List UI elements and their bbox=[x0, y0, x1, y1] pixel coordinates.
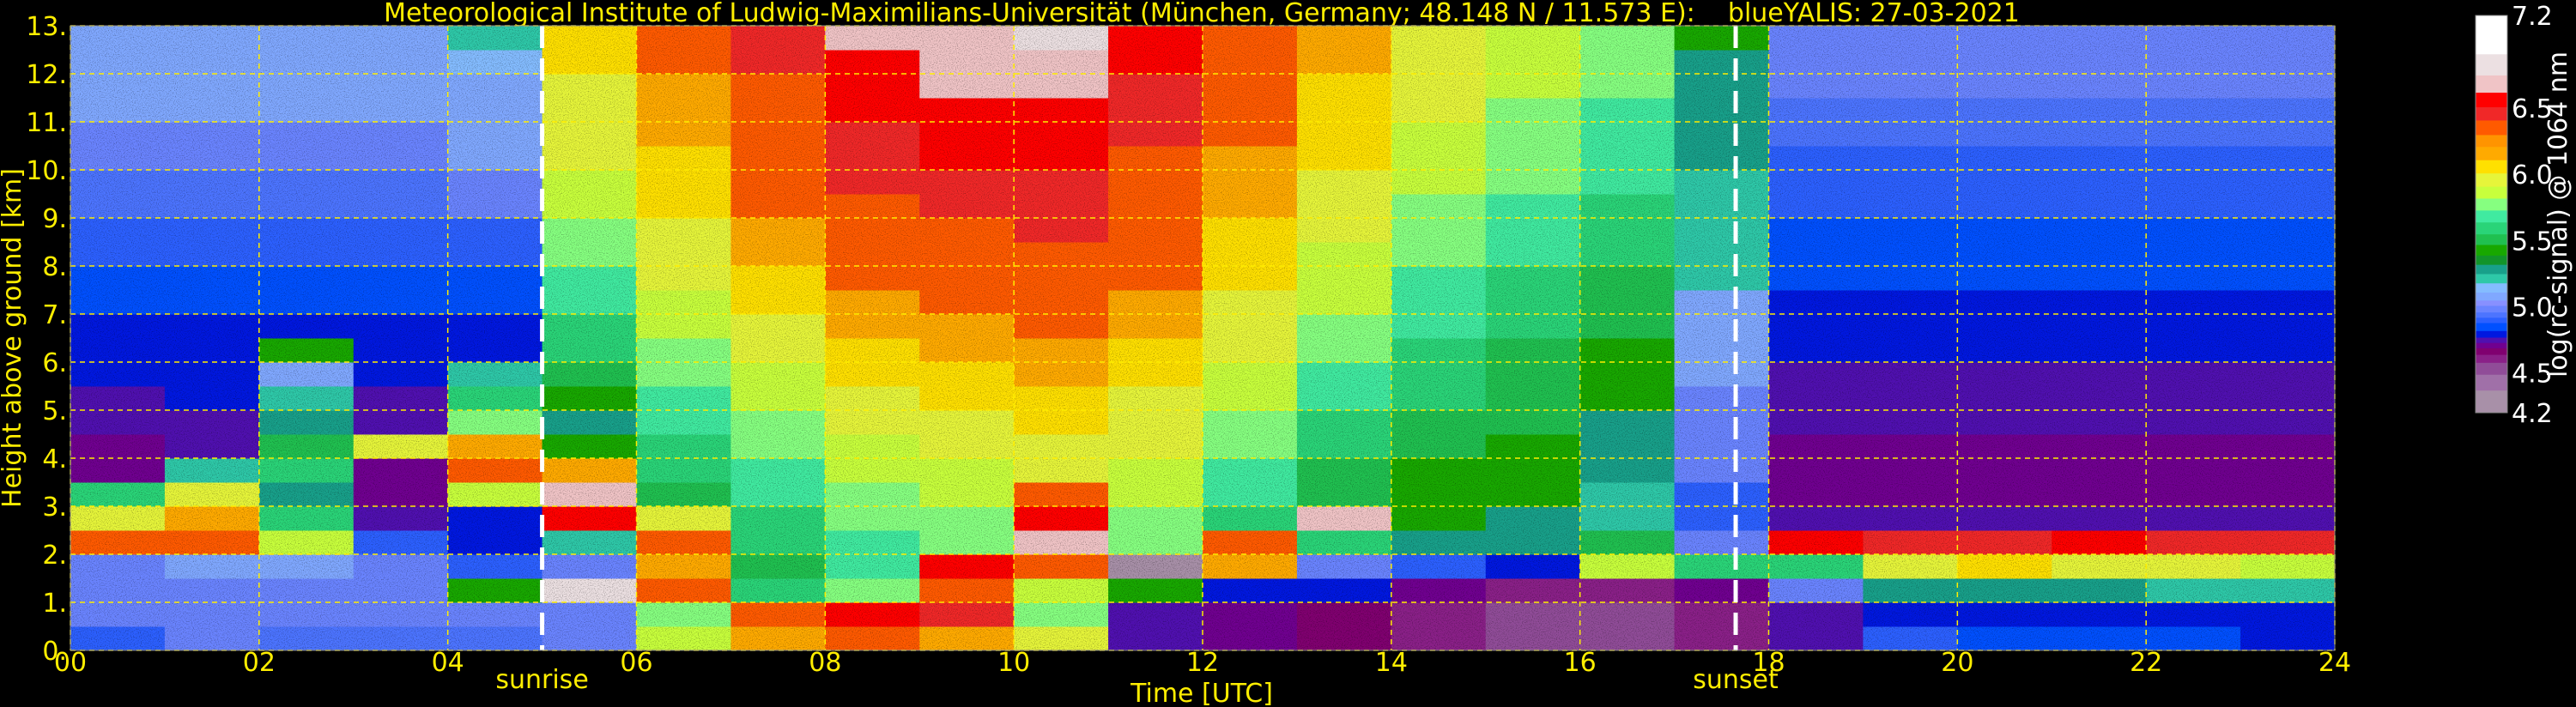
colorbar-segment bbox=[2476, 186, 2507, 199]
y-tick-label: 4. bbox=[42, 444, 67, 474]
y-tick-label: 7. bbox=[42, 300, 67, 330]
colorbar-tick-label: 4.2 bbox=[2512, 399, 2553, 429]
y-tick-label: 12. bbox=[26, 60, 67, 90]
colorbar-segment bbox=[2476, 347, 2507, 355]
x-tick-label: 18 bbox=[1752, 648, 1785, 678]
colorbar-segment bbox=[2476, 255, 2507, 265]
colorbar-segment bbox=[2476, 342, 2507, 348]
colorbar-segment bbox=[2476, 221, 2507, 235]
y-axis-label: Height above ground [km] bbox=[0, 168, 27, 508]
x-tick-label: 12 bbox=[1186, 648, 1219, 678]
colorbar-segment bbox=[2476, 374, 2507, 391]
y-tick-label: 9. bbox=[42, 204, 67, 234]
y-tick-label: 3. bbox=[42, 492, 67, 523]
colorbar-segment bbox=[2476, 244, 2507, 256]
colorbar-tick-label: 7.2 bbox=[2512, 2, 2553, 32]
x-tick-label: 22 bbox=[2130, 648, 2162, 678]
y-tick-label: 6. bbox=[42, 348, 67, 378]
y-tick-label: 2. bbox=[42, 541, 67, 571]
x-tick-label: 06 bbox=[620, 648, 652, 678]
colorbar-segment bbox=[2476, 323, 2507, 331]
y-tick-labels: 0.1.2.3.4.5.6.7.8.9.10.11.12.13. bbox=[26, 12, 67, 667]
x-tick-label: 16 bbox=[1564, 648, 1597, 678]
x-tick-label: 10 bbox=[997, 648, 1030, 678]
x-tick-label: 08 bbox=[809, 648, 841, 678]
colorbar-segment bbox=[2476, 172, 2507, 187]
colorbar-segment bbox=[2476, 209, 2507, 223]
y-tick-label: 8. bbox=[42, 252, 67, 282]
colorbar-segment bbox=[2476, 106, 2507, 121]
sunrise-label: sunrise bbox=[495, 665, 588, 695]
colorbar-segment bbox=[2476, 292, 2507, 301]
colorbar-segment bbox=[2476, 330, 2507, 338]
colorbar-segment bbox=[2476, 233, 2507, 245]
colorbar-segment bbox=[2476, 146, 2507, 160]
colorbar-segment bbox=[2476, 92, 2507, 107]
y-tick-label: 13. bbox=[26, 12, 67, 42]
colorbar-segment bbox=[2476, 264, 2507, 275]
colorbar-segment bbox=[2476, 337, 2507, 343]
x-tick-label: 24 bbox=[2318, 648, 2351, 678]
colorbar-segment bbox=[2476, 15, 2507, 55]
colorbar bbox=[2475, 15, 2508, 414]
x-tick-label: 20 bbox=[1941, 648, 1973, 678]
x-tick-label: 04 bbox=[432, 648, 464, 678]
x-tick-label: 14 bbox=[1375, 648, 1408, 678]
y-tick-label: 11. bbox=[26, 108, 67, 138]
y-tick-label: 1. bbox=[42, 589, 67, 619]
colorbar-segment bbox=[2476, 119, 2507, 136]
x-tick-labels: 00 02 04 06 08 10 12 14 16 18 20 22 24 bbox=[54, 648, 2351, 678]
colorbar-segment bbox=[2476, 305, 2507, 313]
y-tick-label: 5. bbox=[42, 396, 67, 426]
colorbar-segment bbox=[2476, 53, 2507, 76]
chart-title: Meteorological Institute of Ludwig-Maxim… bbox=[384, 0, 2020, 28]
colorbar-segment bbox=[2476, 134, 2507, 148]
colorbar-segment bbox=[2476, 273, 2507, 284]
lidar-quicklook-figure: Meteorological Institute of Ludwig-Maxim… bbox=[0, 0, 2573, 707]
colorbar-segment bbox=[2476, 317, 2507, 323]
x-axis-label: Time [UTC] bbox=[1130, 679, 1273, 707]
colorbar-segment bbox=[2476, 282, 2507, 293]
x-tick-label: 02 bbox=[243, 648, 276, 678]
colorbar-segment bbox=[2476, 75, 2507, 94]
colorbar-segment bbox=[2476, 390, 2507, 414]
x-tick-label: 00 bbox=[54, 648, 87, 678]
colorbar-label: log(rc-signal) @ 1064 nm bbox=[2543, 51, 2573, 378]
colorbar-segment bbox=[2476, 299, 2507, 306]
colorbar-segment bbox=[2476, 160, 2507, 174]
colorbar-segment bbox=[2476, 311, 2507, 318]
colorbar-segment bbox=[2476, 197, 2507, 211]
y-tick-label: 10. bbox=[26, 156, 67, 186]
colorbar-segment bbox=[2476, 354, 2507, 363]
colorbar-segment bbox=[2476, 362, 2507, 375]
